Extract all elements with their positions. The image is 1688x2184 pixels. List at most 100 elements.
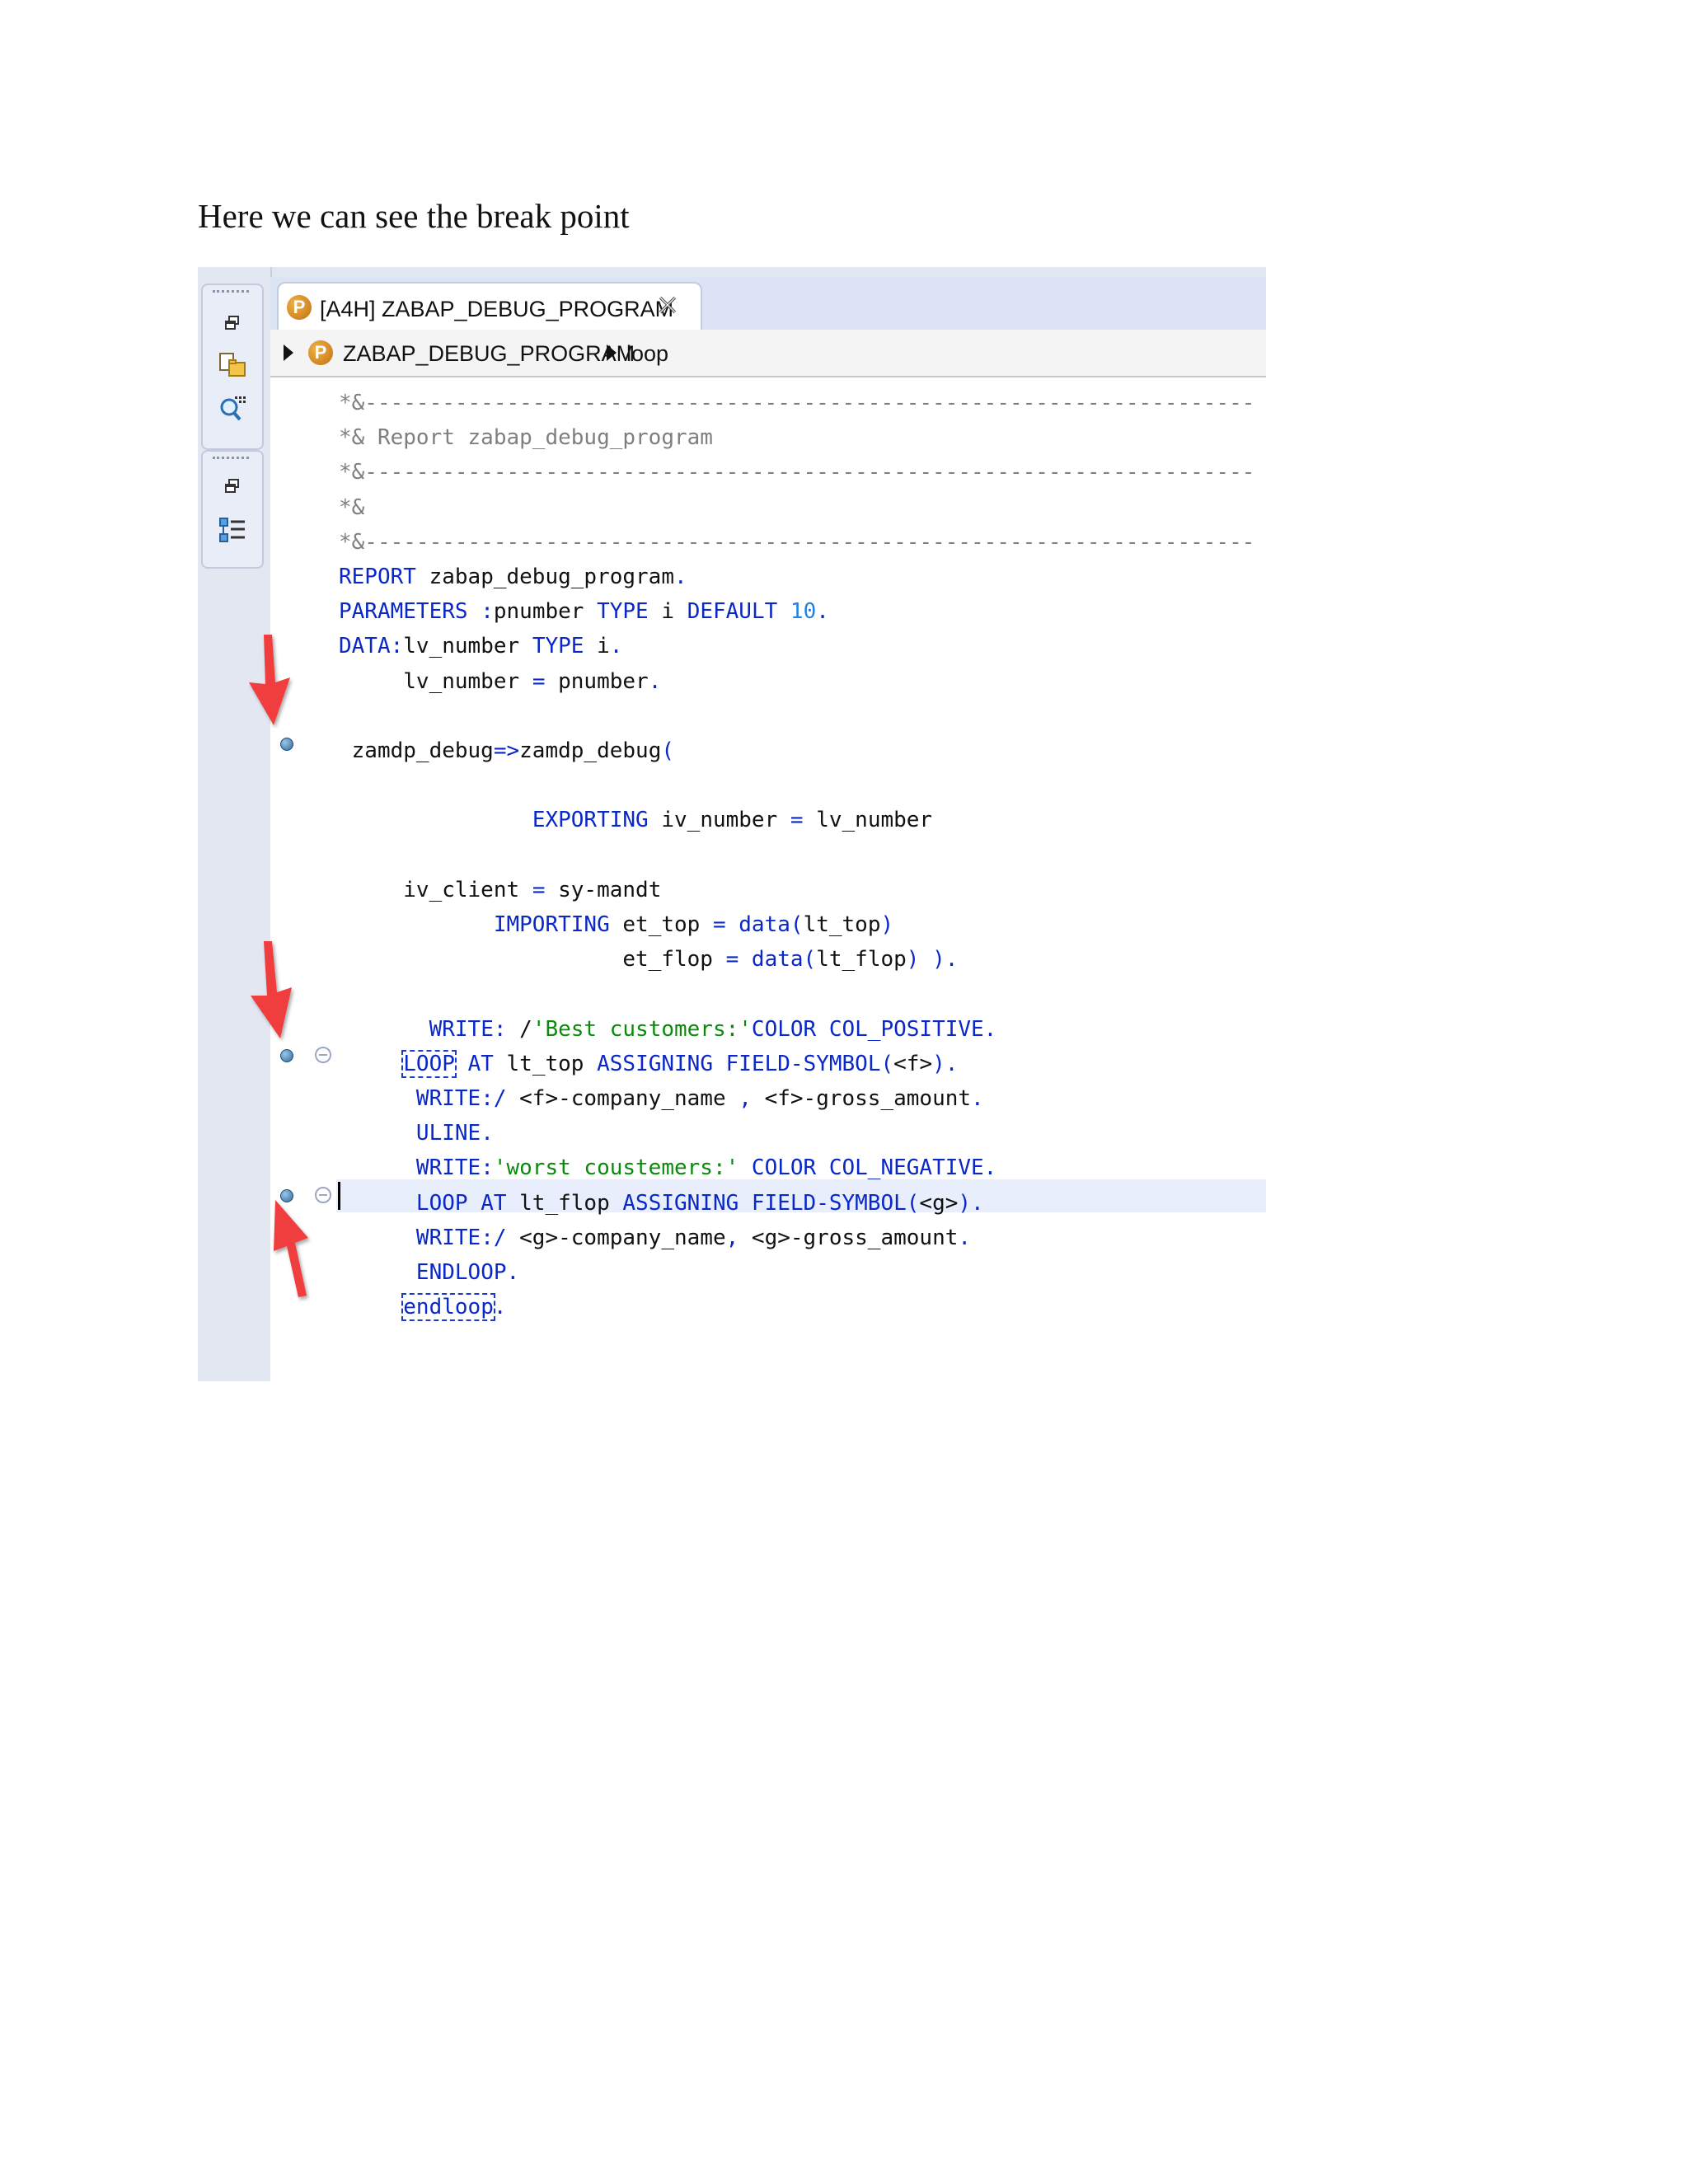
code-token: LOOP — [401, 1050, 457, 1078]
code-token: WRITE: — [429, 1017, 507, 1042]
code-line[interactable]: zamdp_debug=>zamdp_debug( — [339, 734, 674, 767]
code-token: = — [790, 808, 804, 832]
code-line[interactable]: *&--------------------------------------… — [339, 526, 1254, 559]
code-line[interactable]: ULINE. — [339, 1117, 494, 1150]
code-token: endloop — [401, 1293, 495, 1321]
drag-handle-icon[interactable] — [213, 457, 249, 462]
code-token: i — [648, 599, 687, 624]
code-line[interactable]: WRITE: /'Best customers:'COLOR COL_POSIT… — [339, 1013, 997, 1046]
code-token: AT — [467, 1052, 494, 1076]
code-line[interactable]: IMPORTING et_top = data(lt_top) — [339, 908, 893, 941]
editor-tab-strip: P [A4H] ZABAP_DEBUG_PROGRAM — [270, 277, 1266, 333]
close-icon[interactable] — [654, 292, 681, 318]
code-line[interactable]: LOOP AT lt_top ASSIGNING FIELD-SYMBOL(<f… — [339, 1047, 958, 1080]
breakpoint-marker-icon[interactable] — [280, 1049, 293, 1062]
code-token: . — [648, 669, 662, 694]
code-token: . — [609, 634, 623, 658]
code-line[interactable]: *& Report zabap_debug_program — [339, 421, 713, 454]
code-token: data( — [751, 947, 817, 972]
search-icon[interactable] — [216, 392, 249, 425]
code-token: *&--------------------------------------… — [339, 460, 1255, 485]
code-token: <g>-gross_amount — [738, 1226, 959, 1250]
code-line[interactable]: DATA:lv_number TYPE i. — [339, 630, 622, 663]
code-line[interactable]: PARAMETERS :pnumber TYPE i DEFAULT 10. — [339, 595, 829, 628]
code-token: lv_number — [339, 669, 532, 694]
code-line[interactable]: *&--------------------------------------… — [339, 456, 1254, 489]
drag-handle-icon[interactable] — [213, 290, 249, 296]
tab-zabap-debug-program[interactable]: P [A4H] ZABAP_DEBUG_PROGRAM — [277, 282, 702, 333]
code-token: zamdp_debug — [339, 738, 494, 763]
code-token: . — [674, 565, 687, 589]
code-token: = — [712, 912, 726, 937]
code-token: et_flop — [339, 947, 726, 972]
code-token: pnumber — [545, 669, 649, 694]
code-token: *&--------------------------------------… — [339, 391, 1255, 415]
code-token: DATA: — [339, 634, 404, 658]
code-line[interactable]: WRITE:/ <g>-company_name, <g>-gross_amou… — [339, 1221, 971, 1254]
code-token: WRITE:/ — [415, 1226, 507, 1250]
code-token: => — [493, 738, 520, 763]
code-line[interactable]: REPORT zabap_debug_program. — [339, 560, 687, 593]
code-token: iv_client — [339, 878, 532, 902]
code-line[interactable]: WRITE:/ <f>-company_name , <f>-gross_amo… — [339, 1082, 984, 1115]
code-token: lt_top — [803, 912, 881, 937]
code-token: zamdp_debug — [519, 738, 662, 763]
code-line[interactable]: iv_client = sy-mandt — [339, 874, 661, 907]
code-token: 'Best customers:' — [532, 1017, 752, 1042]
code-line[interactable]: ENDLOOP. — [339, 1256, 519, 1289]
code-token: WRITE:/ — [415, 1086, 507, 1111]
code-token: EXPORTING — [532, 808, 649, 832]
code-line[interactable]: et_flop = data(lt_flop) ). — [339, 943, 958, 976]
window-top-band — [198, 267, 1266, 277]
code-line[interactable]: *&--------------------------------------… — [339, 387, 1254, 419]
code-token: et_top — [609, 912, 713, 937]
breadcrumb-item-program[interactable]: ZABAP_DEBUG_PROGRAM — [343, 341, 635, 367]
breakpoint-marker-icon[interactable] — [280, 738, 293, 751]
code-token: lv_number — [803, 808, 933, 832]
project-explorer-icon[interactable] — [216, 349, 249, 382]
outline-icon[interactable] — [216, 514, 249, 547]
breadcrumb-item-loop[interactable]: loop — [626, 341, 668, 367]
chevron-right-icon[interactable] — [284, 344, 293, 361]
code-token: 'worst coustemers:' — [493, 1155, 739, 1180]
code-token: ULINE. — [415, 1121, 494, 1146]
code-token: zabap_debug_program — [415, 565, 674, 589]
code-token: : — [481, 599, 494, 624]
restore-icon[interactable] — [216, 470, 249, 503]
code-token: iv_number — [648, 808, 790, 832]
code-line[interactable]: lv_number = pnumber. — [339, 665, 661, 698]
chevron-right-icon[interactable] — [607, 344, 617, 361]
rail-group-bottom — [201, 450, 264, 569]
code-token: PARAMETERS — [339, 599, 468, 624]
code-token: <f>-gross_amount — [751, 1086, 972, 1111]
code-line[interactable]: endloop. — [339, 1291, 507, 1324]
code-line[interactable]: *& — [339, 491, 364, 524]
code-token: ) — [880, 912, 894, 937]
red-arrow-annotation-icon — [249, 635, 290, 725]
code-token: data( — [738, 912, 804, 937]
code-line[interactable]: EXPORTING iv_number = lv_number — [339, 804, 932, 837]
code-token: ASSIGNING FIELD-SYMBOL( — [597, 1052, 894, 1076]
code-token: *& Report zabap_debug_program — [339, 425, 713, 450]
current-line-highlight — [336, 1179, 1266, 1212]
red-arrow-annotation-icon — [274, 1200, 308, 1297]
abap-program-icon: P — [308, 340, 333, 365]
code-token: REPORT — [339, 565, 416, 589]
restore-icon[interactable] — [216, 307, 249, 340]
code-token: <g>-company_name — [506, 1226, 726, 1250]
code-token: <f> — [893, 1052, 933, 1076]
code-token: *& — [339, 495, 365, 520]
fold-collapse-icon[interactable] — [315, 1047, 331, 1063]
code-editor[interactable]: *&--------------------------------------… — [198, 267, 1266, 1381]
code-token: DEFAULT — [687, 599, 778, 624]
